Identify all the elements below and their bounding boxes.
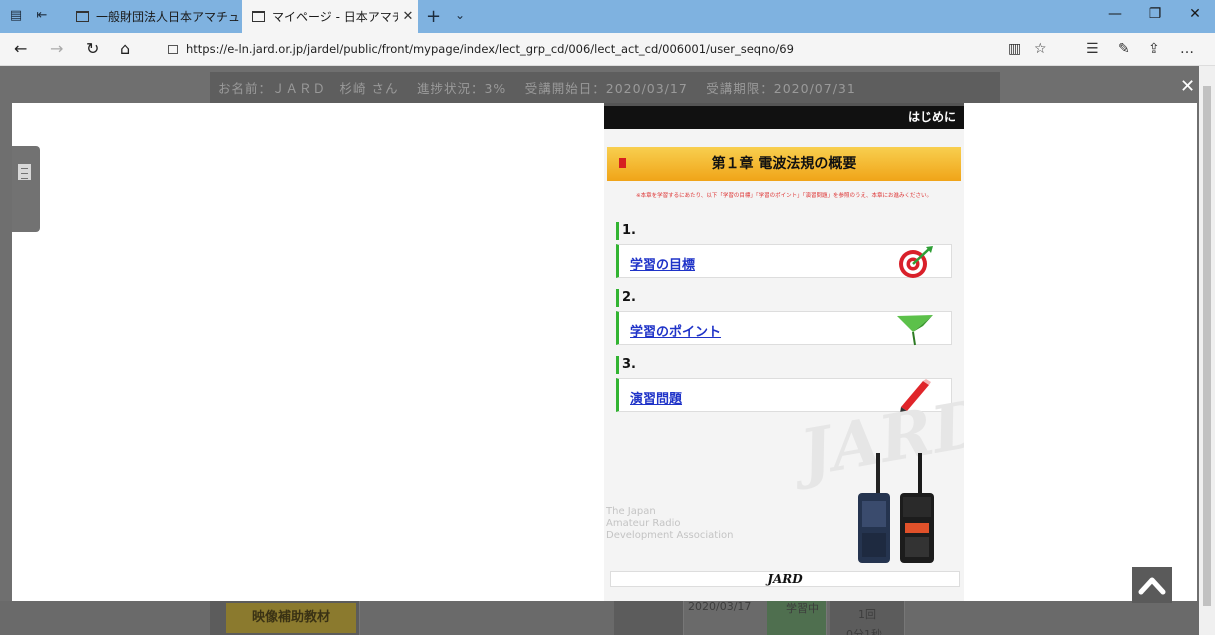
url-text: https://e-ln.jard.or.jp/jardel/public/fr… <box>186 42 794 56</box>
tab-back-icon[interactable]: ⇤ <box>34 8 50 24</box>
favorites-list-icon[interactable]: ☰ <box>1086 41 1099 57</box>
new-tab-icon[interactable]: + <box>426 6 441 27</box>
course-card: はじめに 第１章 電波法規の概要 ※本章を学習するにあたり、以下「学習の目標」「… <box>604 103 964 601</box>
share-icon[interactable]: ⇪ <box>1148 41 1160 57</box>
scrollbar-thumb[interactable] <box>1203 86 1211 606</box>
green-flag-icon <box>897 315 933 346</box>
goals-link[interactable]: 学習の目標 <box>630 254 695 273</box>
section-goals: 1. 学習の目標 <box>616 222 952 278</box>
section-number: 1. <box>616 222 952 240</box>
refresh-icon[interactable]: ↻ <box>86 39 99 58</box>
user-info-bar: お名前：ＪＡＲＤ 杉崎 さん 進捗状況：3% 受講開始日：2020/03/17 … <box>210 72 1000 106</box>
tab-menu-icon[interactable]: ⌄ <box>455 8 465 22</box>
page-scrollbar[interactable] <box>1199 66 1215 635</box>
restore-icon[interactable]: ❐ <box>1140 6 1170 22</box>
page-icon <box>76 11 89 22</box>
association-line: The Japan <box>606 506 656 517</box>
close-lightbox-icon[interactable]: ✕ <box>1180 76 1195 97</box>
handheld-radio-image <box>900 453 934 563</box>
document-icon <box>18 164 31 180</box>
tab-title: マイページ - 日本アマチュア <box>272 10 398 24</box>
bookmark-icon <box>619 158 626 168</box>
handheld-radio-image <box>858 453 890 563</box>
status-partial: 学習中 <box>786 602 819 615</box>
section-link-box[interactable]: 学習の目標 <box>616 244 952 278</box>
count-cell: 1回 <box>858 608 876 621</box>
url-field[interactable]: https://e-ln.jard.or.jp/jardel/public/fr… <box>168 39 1058 60</box>
chapter-note: ※本章を学習するにあたり、以下「学習の目標」「学習のポイント」「演習問題」を参照… <box>636 193 932 199</box>
association-line: Amateur Radio <box>606 518 681 529</box>
table-cell <box>614 601 684 635</box>
tab-jard-home[interactable]: 一般財団法人日本アマチュア無線 <box>66 0 240 33</box>
home-icon[interactable]: ⌂ <box>120 39 130 58</box>
start-date-partial: 2020/03/17 <box>688 600 752 613</box>
target-icon <box>899 246 933 278</box>
page-icon <box>252 11 265 22</box>
section-points: 2. 学習のポイント <box>616 289 952 346</box>
window-close-icon[interactable]: ✕ <box>1180 6 1210 22</box>
favorite-star-icon[interactable]: ☆ <box>1034 41 1047 57</box>
association-name: The Japan Amateur Radio Development Asso… <box>606 506 733 542</box>
section-link-box[interactable]: 学習のポイント <box>616 311 952 346</box>
card-header: はじめに <box>604 103 964 129</box>
more-icon[interactable]: … <box>1180 41 1194 57</box>
section-number: 2. <box>616 289 952 307</box>
lock-icon <box>168 45 178 54</box>
chapter-banner: 第１章 電波法規の概要 <box>607 147 961 181</box>
close-tab-icon[interactable]: ✕ <box>398 9 418 24</box>
chevron-up-icon <box>1138 577 1166 595</box>
back-to-top-button[interactable] <box>1132 567 1172 603</box>
section-number: 3. <box>616 356 952 374</box>
address-bar: ← → ↻ ⌂ https://e-ln.jard.or.jp/jardel/p… <box>0 33 1215 66</box>
tab-title: 一般財団法人日本アマチュア無線 <box>96 10 240 24</box>
points-link[interactable]: 学習のポイント <box>630 321 721 340</box>
brand-area: JARD The Japan Amateur Radio Development… <box>604 385 964 563</box>
reading-view-icon[interactable]: ▥ <box>1008 41 1021 57</box>
tab-mypage[interactable]: マイページ - 日本アマチュア ✕ <box>242 0 418 33</box>
time-partial: 0分1秒 <box>846 628 882 635</box>
back-icon[interactable]: ← <box>14 39 27 58</box>
tab-preview-icon[interactable]: ▤ <box>8 8 24 24</box>
video-material-tag: 映像補助教材 <box>226 603 356 633</box>
minimize-icon[interactable]: — <box>1100 6 1130 22</box>
forward-icon[interactable]: → <box>50 39 63 58</box>
chapter-title: 第１章 電波法規の概要 <box>711 156 857 172</box>
pen-icon[interactable]: ✎ <box>1118 41 1130 57</box>
footer-logo: JARD <box>610 571 960 587</box>
background-table-strip <box>0 601 1215 635</box>
side-menu-tab[interactable] <box>12 146 40 232</box>
association-line: Development Association <box>606 530 734 541</box>
tab-bar: ▤ ⇤ 一般財団法人日本アマチュア無線 マイページ - 日本アマチュア ✕ + … <box>0 0 1215 33</box>
